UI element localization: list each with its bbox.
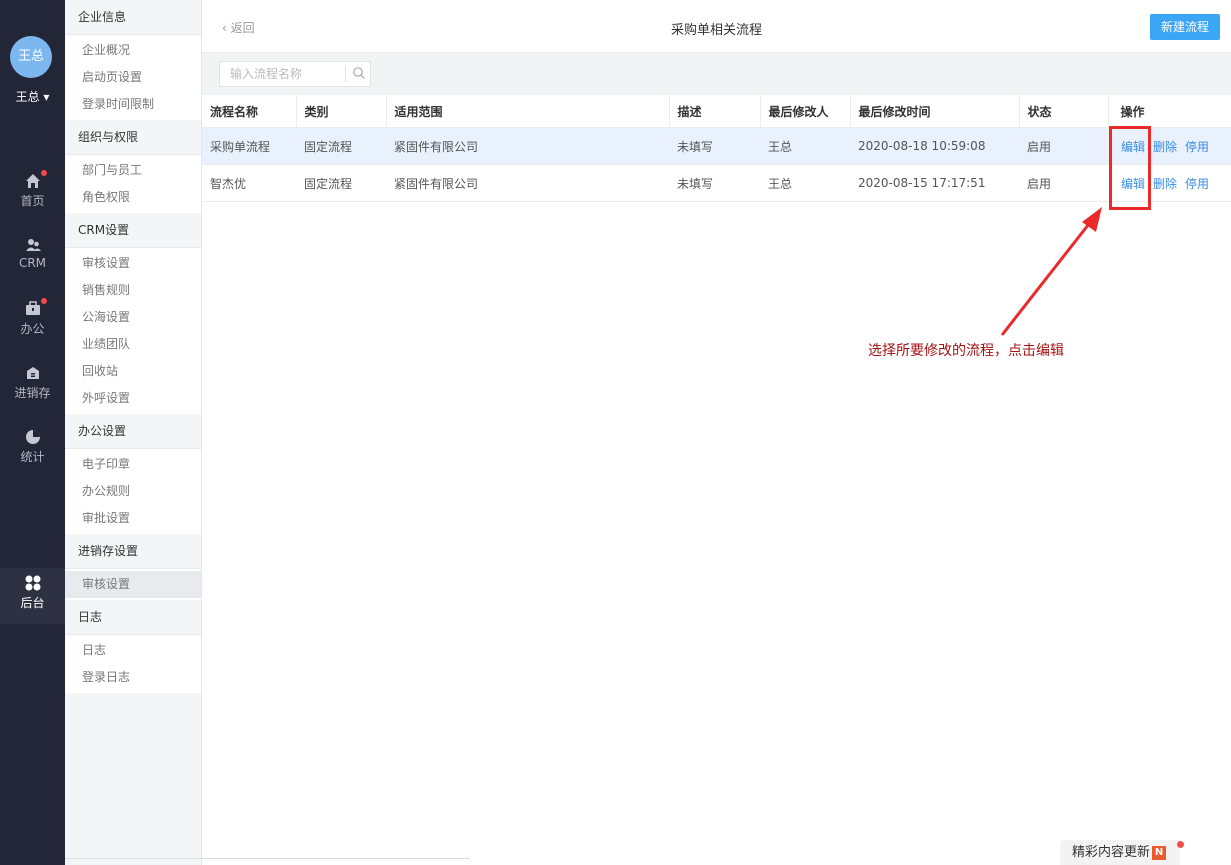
cell-status: 启用 — [1019, 164, 1108, 202]
divider — [65, 858, 470, 859]
menu-item-roles[interactable]: 角色权限 — [65, 184, 201, 211]
pie-chart-icon — [24, 428, 42, 446]
search-input[interactable] — [220, 62, 364, 86]
main-nav: 王总 王总 ▾ 首页 CRM 办公 进销存 统计 后台 — [0, 0, 65, 865]
divider — [345, 66, 346, 82]
nav-label: 进销存 — [14, 386, 51, 400]
menu-item-inventory-review[interactable]: 审核设置 — [65, 571, 201, 598]
cell-time: 2020-08-15 17:17:51 — [850, 164, 1019, 202]
cell-modifier: 王总 — [760, 127, 850, 165]
menu-item-company-overview[interactable]: 企业概况 — [65, 37, 201, 64]
cell-time: 2020-08-18 10:59:08 — [850, 127, 1019, 165]
table-row[interactable]: 智杰优 固定流程 紧固件有限公司 未填写 王总 2020-08-15 17:17… — [202, 164, 1231, 202]
cell-name: 智杰优 — [202, 164, 296, 202]
disable-link[interactable]: 停用 — [1185, 177, 1209, 191]
menu-group-title: 组织与权限 — [65, 120, 201, 155]
page-header: ‹ 返回 采购单相关流程 新建流程 — [202, 0, 1231, 53]
cell-scope: 紧固件有限公司 — [386, 164, 669, 202]
disable-link[interactable]: 停用 — [1185, 140, 1209, 154]
column-header: 最后修改时间 — [850, 95, 1020, 128]
cell-scope: 紧固件有限公司 — [386, 127, 669, 165]
cell-status: 启用 — [1019, 127, 1108, 165]
column-header: 适用范围 — [386, 95, 670, 128]
cell-modifier: 王总 — [760, 164, 850, 202]
menu-group-title: 日志 — [65, 600, 201, 635]
menu-item-recycle-bin[interactable]: 回收站 — [65, 358, 201, 385]
highlight-box — [1109, 126, 1151, 210]
nav-item-crm[interactable]: CRM — [0, 230, 65, 286]
menu-item-teams[interactable]: 业绩团队 — [65, 331, 201, 358]
delete-link[interactable]: 删除 — [1153, 140, 1177, 154]
user-menu[interactable]: 王总 ▾ — [0, 88, 65, 105]
notification-dot — [1177, 841, 1184, 848]
menu-item-approval[interactable]: 审批设置 — [65, 505, 201, 532]
table-row[interactable]: 采购单流程 固定流程 紧固件有限公司 未填写 王总 2020-08-18 10:… — [202, 127, 1231, 165]
column-header: 流程名称 — [202, 95, 297, 128]
cell-desc: 未填写 — [669, 164, 760, 202]
home-icon — [24, 170, 47, 190]
cell-category: 固定流程 — [296, 164, 386, 202]
search-box — [219, 61, 371, 87]
cell-category: 固定流程 — [296, 127, 386, 165]
avatar[interactable]: 王总 — [10, 36, 52, 78]
column-header: 类别 — [296, 95, 387, 128]
update-badge[interactable]: 精彩内容更新 N — [1060, 840, 1184, 865]
nav-item-stats[interactable]: 统计 — [0, 422, 65, 478]
menu-item-login-log[interactable]: 登录日志 — [65, 664, 201, 691]
cell-name: 采购单流程 — [202, 127, 296, 165]
column-header: 操作 — [1108, 95, 1231, 128]
menu-item-crm-review[interactable]: 审核设置 — [65, 250, 201, 277]
menu-group-title: 办公设置 — [65, 414, 201, 449]
column-header: 最后修改人 — [760, 95, 851, 128]
new-process-button[interactable]: 新建流程 — [1150, 14, 1220, 40]
menu-item-departments[interactable]: 部门与员工 — [65, 157, 201, 184]
nav-label: 办公 — [20, 322, 45, 336]
briefcase-icon — [24, 298, 47, 318]
search-bar — [202, 53, 1231, 95]
menu-item-login-time[interactable]: 登录时间限制 — [65, 91, 201, 118]
menu-group-title: CRM设置 — [65, 213, 201, 248]
people-icon — [24, 236, 42, 254]
update-badge-label: 精彩内容更新 — [1072, 845, 1151, 860]
table-header: 流程名称 类别 适用范围 描述 最后修改人 最后修改时间 状态 操作 — [202, 95, 1231, 128]
menu-item-office-rules[interactable]: 办公规则 — [65, 478, 201, 505]
menu-item-e-seal[interactable]: 电子印章 — [65, 451, 201, 478]
inventory-icon — [24, 364, 42, 382]
page-title: 采购单相关流程 — [670, 23, 762, 38]
settings-menu: 企业信息 企业概况 启动页设置 登录时间限制 组织与权限 部门与员工 角色权限 … — [65, 0, 202, 865]
delete-link[interactable]: 删除 — [1153, 177, 1177, 191]
menu-item-outbound-call[interactable]: 外呼设置 — [65, 385, 201, 412]
new-icon: N — [1152, 845, 1167, 860]
search-icon[interactable] — [352, 66, 366, 80]
annotation-text: 选择所要修改的流程，点击编辑 — [868, 343, 1064, 359]
process-table: 流程名称 类别 适用范围 描述 最后修改人 最后修改时间 状态 操作 采购单流程… — [202, 95, 1231, 202]
column-header: 描述 — [669, 95, 761, 128]
cell-desc: 未填写 — [669, 127, 760, 165]
menu-group-title: 进销存设置 — [65, 534, 201, 569]
nav-item-home[interactable]: 首页 — [0, 166, 65, 222]
nav-item-backend[interactable]: 后台 — [0, 568, 65, 624]
nav-item-inventory[interactable]: 进销存 — [0, 358, 65, 414]
nav-label: 后台 — [20, 596, 45, 610]
menu-group-title: 企业信息 — [65, 0, 201, 35]
column-header: 状态 — [1019, 95, 1109, 128]
menu-item-log[interactable]: 日志 — [65, 637, 201, 664]
main-content: ‹ 返回 采购单相关流程 新建流程 流程名称 类别 适用范围 描述 最后修改人 — [202, 0, 1231, 865]
menu-item-startup-page[interactable]: 启动页设置 — [65, 64, 201, 91]
grid-icon — [24, 574, 42, 592]
nav-label: 首页 — [20, 194, 45, 208]
nav-label: 统计 — [20, 450, 45, 464]
nav-item-office[interactable]: 办公 — [0, 294, 65, 350]
menu-item-public-pool[interactable]: 公海设置 — [65, 304, 201, 331]
menu-item-sales-rules[interactable]: 销售规则 — [65, 277, 201, 304]
nav-label: CRM — [18, 256, 47, 270]
